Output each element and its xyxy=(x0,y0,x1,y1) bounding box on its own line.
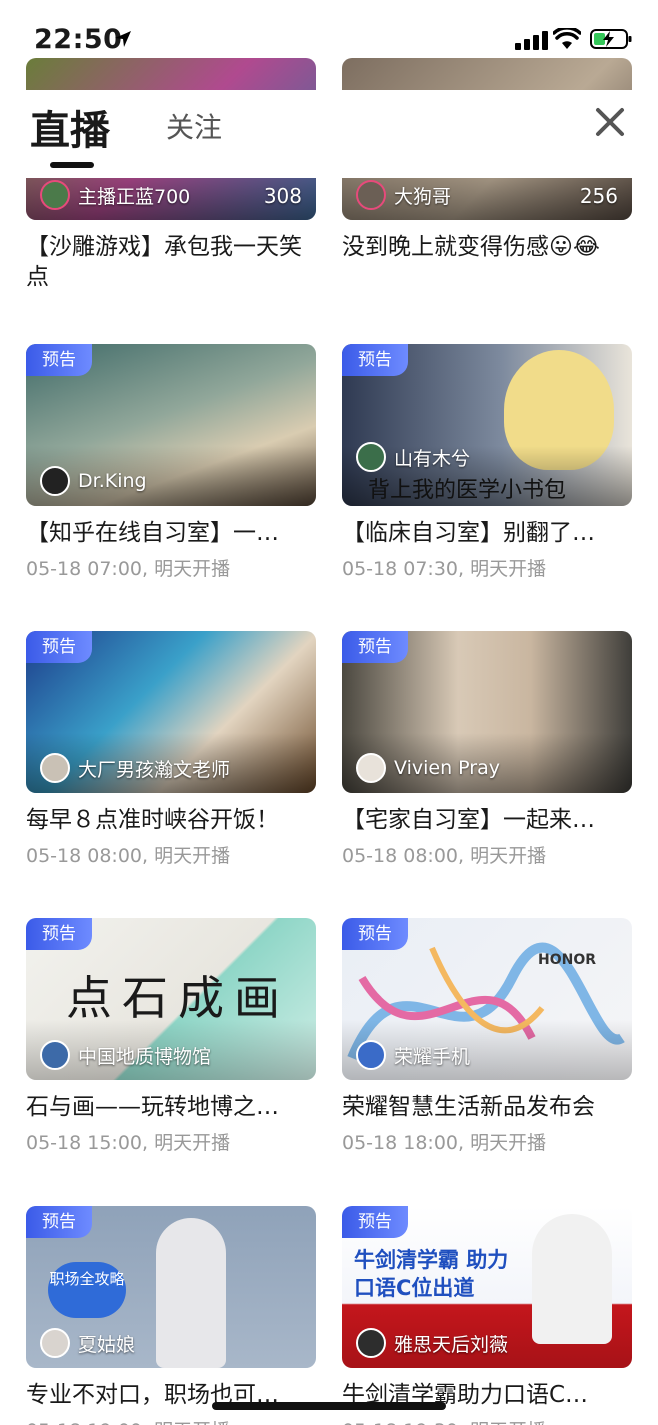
host-info: 荣耀手机 xyxy=(356,1040,470,1070)
live-thumbnail: 预告 Vivien Pray xyxy=(342,631,632,793)
tab-live[interactable]: 直播 xyxy=(30,98,110,156)
host-name: 荣耀手机 xyxy=(394,1045,471,1068)
host-info: 主播正蓝700 xyxy=(40,180,190,210)
live-thumbnail: HONOR 预告 荣耀手机 xyxy=(342,918,632,1080)
person-image xyxy=(532,1214,612,1344)
host-name: 雅思天后刘薇 xyxy=(394,1333,509,1356)
live-title: 石与画——玩转地博之… xyxy=(26,1094,279,1120)
schedule-time: 05-18 08:00, 明天开播 xyxy=(342,845,547,867)
avatar xyxy=(40,180,70,210)
host-info: 夏姑娘 xyxy=(40,1328,135,1358)
preview-badge: 预告 xyxy=(26,631,92,663)
preview-badge: 预告 xyxy=(342,918,408,950)
live-thumbnail: 预告 背上我的医学小书包 山有木兮 xyxy=(342,344,632,506)
tab-follow[interactable]: 关注 xyxy=(166,106,222,146)
live-card[interactable]: 牛剑清学霸 助力口语C位出道 预告 雅思天后刘薇 牛剑清学霸助力口语C… 05-… xyxy=(342,1206,632,1425)
schedule-time: 05-18 19:30, 明天开播 xyxy=(342,1416,632,1425)
avatar xyxy=(40,1328,70,1358)
host-info: Vivien Pray xyxy=(356,753,500,783)
preview-badge: 预告 xyxy=(26,1206,92,1238)
thumbnail-overlay-text: 职场全攻略 xyxy=(48,1262,126,1318)
thumbnail-overlay-text: 背上我的医学小书包 xyxy=(368,478,567,503)
host-name: 夏姑娘 xyxy=(78,1333,136,1356)
preview-badge: 预告 xyxy=(342,1206,408,1238)
live-card-grid: 主播正蓝700 308 【沙雕游戏】承包我一天笑点 大狗哥 256 没到晚上就变… xyxy=(0,0,658,1425)
live-title: 【临床自习室】别翻了… xyxy=(342,520,595,546)
host-info: 大狗哥 xyxy=(356,180,451,210)
live-card[interactable]: 职场全攻略 预告 夏姑娘 专业不对口，职场也可… 05-18 19:00, 明天… xyxy=(26,1206,316,1425)
avatar xyxy=(356,1040,386,1070)
schedule-time: 05-18 07:00, 明天开播 xyxy=(26,558,231,580)
active-tab-indicator xyxy=(50,162,94,168)
live-title: 每早８点准时峡谷开饭！ xyxy=(26,807,279,833)
host-name: 山有木兮 xyxy=(394,447,471,470)
live-title: 没到晚上就变得伤感😛😂 xyxy=(342,234,600,260)
preview-badge: 预告 xyxy=(342,631,408,663)
live-card[interactable]: 预告 Vivien Pray 【宅家自习室】一起来… 05-18 08:00, … xyxy=(342,631,632,868)
host-info: 山有木兮 xyxy=(356,442,470,472)
avatar xyxy=(356,1328,386,1358)
thumbnail-overlay-text: 牛剑清学霸 助力口语C位出道 xyxy=(354,1248,509,1300)
live-title: 【沙雕游戏】承包我一天笑点 xyxy=(26,234,302,290)
avatar xyxy=(40,466,70,496)
host-info: Dr.King xyxy=(40,466,147,496)
host-info: 中国地质博物馆 xyxy=(40,1040,211,1070)
home-indicator xyxy=(212,1402,446,1410)
schedule-time: 05-18 19:00, 明天开播 xyxy=(26,1416,316,1425)
preview-badge: 预告 xyxy=(342,344,408,376)
schedule-time: 05-18 07:30, 明天开播 xyxy=(342,558,547,580)
preview-badge: 预告 xyxy=(26,344,92,376)
host-name: Vivien Pray xyxy=(394,757,500,779)
live-title: 【知乎在线自习室】一… xyxy=(26,520,279,546)
avatar xyxy=(356,753,386,783)
thumbnail-overlay-text: 点石成画 xyxy=(66,971,290,1025)
avatar xyxy=(356,442,386,472)
close-icon[interactable] xyxy=(592,104,628,140)
live-title: 荣耀智慧生活新品发布会 xyxy=(342,1094,595,1120)
avatar xyxy=(356,180,386,210)
schedule-time: 05-18 18:00, 明天开播 xyxy=(342,1132,547,1154)
host-name: Dr.King xyxy=(78,470,147,492)
top-nav: 直播 关注 xyxy=(0,90,658,178)
schedule-time: 05-18 15:00, 明天开播 xyxy=(26,1132,231,1154)
live-thumbnail: 点石成画 预告 中国地质博物馆 xyxy=(26,918,316,1080)
live-thumbnail: 职场全攻略 预告 夏姑娘 xyxy=(26,1206,316,1368)
live-thumbnail: 预告 大厂男孩瀚文老师 xyxy=(26,631,316,793)
live-card[interactable]: 预告 Dr.King 【知乎在线自习室】一… 05-18 07:00, 明天开播 xyxy=(26,344,316,581)
host-info: 雅思天后刘薇 xyxy=(356,1328,508,1358)
live-title: 【宅家自习室】一起来… xyxy=(342,807,595,833)
schedule-time: 05-18 08:00, 明天开播 xyxy=(26,845,231,867)
host-name: 主播正蓝700 xyxy=(78,185,191,208)
preview-badge: 预告 xyxy=(26,918,92,950)
host-info: 大厂男孩瀚文老师 xyxy=(40,753,230,783)
host-name: 大厂男孩瀚文老师 xyxy=(78,758,231,781)
live-thumbnail: 预告 Dr.King xyxy=(26,344,316,506)
live-card[interactable]: 预告 大厂男孩瀚文老师 每早８点准时峡谷开饭！ 05-18 08:00, 明天开… xyxy=(26,631,316,868)
live-card[interactable]: 预告 背上我的医学小书包 山有木兮 【临床自习室】别翻了… 05-18 07:3… xyxy=(342,344,632,581)
host-name: 中国地质博物馆 xyxy=(78,1045,212,1068)
viewer-count: 308 xyxy=(263,184,302,208)
live-thumbnail: 牛剑清学霸 助力口语C位出道 预告 雅思天后刘薇 xyxy=(342,1206,632,1368)
viewer-count: 256 xyxy=(579,184,618,208)
live-card[interactable]: 点石成画 预告 中国地质博物馆 石与画——玩转地博之… 05-18 15:00,… xyxy=(26,918,316,1155)
avatar xyxy=(40,1040,70,1070)
live-card[interactable]: HONOR 预告 荣耀手机 荣耀智慧生活新品发布会 05-18 18:00, 明… xyxy=(342,918,632,1155)
host-name: 大狗哥 xyxy=(394,185,452,208)
person-image xyxy=(156,1218,226,1368)
avatar xyxy=(40,753,70,783)
thumbnail-overlay-text: HONOR xyxy=(538,952,597,968)
